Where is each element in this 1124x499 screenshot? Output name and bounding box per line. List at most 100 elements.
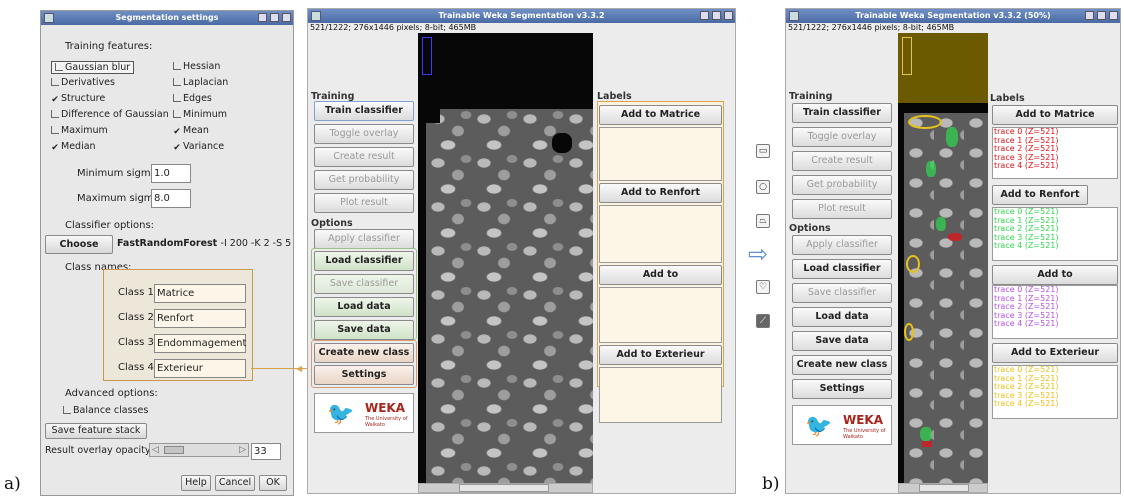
feature-checkbox[interactable]: Minimum [173, 109, 227, 120]
class-name-field[interactable]: Renfort [154, 309, 246, 328]
feature-checkbox[interactable]: Derivatives [51, 77, 115, 88]
minimize-icon[interactable] [1085, 11, 1094, 20]
feature-checkbox[interactable]: Laplacian [173, 77, 228, 88]
save-data-button[interactable]: Save data [792, 331, 892, 351]
image-canvas[interactable] [898, 33, 988, 483]
freehand-tool-icon[interactable]: ♡ [756, 280, 770, 294]
create-new-class-button[interactable]: Create new class [792, 355, 892, 375]
class-name-field[interactable]: Matrice [154, 284, 246, 303]
class-name-field[interactable]: Exterieur [154, 359, 246, 378]
image-scrollbar[interactable] [418, 483, 593, 493]
matrice-trace-list[interactable] [599, 127, 722, 181]
create-result-button[interactable]: Create result [314, 147, 414, 167]
oval-tool-icon[interactable]: ○ [756, 180, 770, 194]
add-to-matrice-button[interactable]: Add to Matrice [992, 105, 1118, 125]
scroll-thumb[interactable] [919, 484, 969, 492]
add-to-exterieur-button[interactable]: Add to Exterieur [992, 343, 1118, 363]
train-classifier-button[interactable]: Train classifier [792, 103, 892, 123]
trace-item[interactable]: trace 4 (Z=521) [993, 242, 1117, 251]
window-menu-icon[interactable] [311, 11, 321, 21]
add-to-renfort-button[interactable]: Add to Renfort [992, 185, 1088, 205]
slider-right-arrow-icon[interactable]: ▷ [239, 445, 246, 455]
save-feature-stack-button[interactable]: Save feature stack [45, 423, 147, 439]
create-new-class-button[interactable]: Create new class [314, 343, 414, 363]
slider-thumb[interactable] [164, 446, 184, 454]
get-probability-button[interactable]: Get probability [314, 170, 414, 190]
navigator-rectangle[interactable] [422, 37, 432, 75]
save-classifier-button[interactable]: Save classifier [792, 283, 892, 303]
close-icon[interactable] [282, 13, 291, 22]
rectangle-tool-icon[interactable]: ▭ [756, 144, 770, 158]
max-sigma-field[interactable]: 8.0 [151, 189, 191, 208]
overlay-opacity-field[interactable]: 33 [251, 443, 281, 460]
renfort-trace-list[interactable]: trace 0 (Z=521) trace 1 (Z=521) trace 2 (Z… [992, 207, 1118, 261]
overlay-opacity-slider[interactable]: ◁ ▷ [149, 443, 249, 457]
maximize-icon[interactable] [1097, 11, 1106, 20]
window-menu-icon[interactable] [44, 13, 54, 23]
add-to-endommagement-button[interactable]: Add to Endommagement [599, 265, 722, 298]
trace-item[interactable]: trace 4 (Z=521) [993, 400, 1117, 409]
load-data-button[interactable]: Load data [792, 307, 892, 327]
balance-classes-checkbox[interactable]: Balance classes [63, 405, 148, 416]
maximize-icon[interactable] [270, 13, 279, 22]
add-to-endommagement-button[interactable]: Add to Endommagement [992, 265, 1118, 298]
feature-checkbox[interactable]: ✔ Variance [173, 141, 224, 153]
feature-checkbox[interactable]: ✔ Mean [173, 125, 209, 137]
load-classifier-button[interactable]: Load classifier [792, 259, 892, 279]
slider-left-arrow-icon[interactable]: ◁ [152, 445, 159, 455]
minimize-icon[interactable] [700, 11, 709, 20]
scroll-thumb[interactable] [459, 484, 549, 492]
help-button[interactable]: Help [181, 475, 211, 491]
ok-button[interactable]: OK [259, 475, 287, 491]
feature-checkbox[interactable]: Difference of Gaussian [51, 109, 169, 120]
train-classifier-button[interactable]: Train classifier [314, 101, 414, 121]
feature-checkbox[interactable]: Hessian [173, 61, 220, 72]
get-probability-button[interactable]: Get probability [792, 175, 892, 195]
polygon-tool-icon[interactable]: ⏢ [756, 214, 770, 228]
image-canvas[interactable] [418, 33, 593, 483]
feature-checkbox[interactable]: ✔ Median [51, 141, 95, 153]
feature-checkbox[interactable]: Maximum [51, 125, 108, 136]
add-to-renfort-button[interactable]: Add to Renfort [599, 183, 722, 203]
close-icon[interactable] [724, 11, 733, 20]
window-menu-icon[interactable] [789, 11, 799, 21]
minimize-icon[interactable] [258, 13, 267, 22]
apply-classifier-button[interactable]: Apply classifier [314, 229, 414, 249]
plot-result-button[interactable]: Plot result [314, 193, 414, 213]
min-sigma-field[interactable]: 1.0 [151, 164, 191, 183]
weka-b-title-bar: Trainable Weka Segmentation v3.3.2 (50%) [786, 9, 1120, 23]
class-name-field[interactable]: Endommagement [154, 334, 246, 353]
cancel-button[interactable]: Cancel [215, 475, 255, 491]
maximize-icon[interactable] [712, 11, 721, 20]
save-classifier-button[interactable]: Save classifier [314, 274, 414, 294]
endommagement-trace-list[interactable]: trace 0 (Z=521) trace 1 (Z=521) trace 2 (Z… [992, 285, 1118, 339]
add-to-exterieur-button[interactable]: Add to Exterieur [599, 345, 722, 365]
plot-result-button[interactable]: Plot result [792, 199, 892, 219]
image-scrollbar[interactable] [898, 483, 988, 493]
add-to-matrice-button[interactable]: Add to Matrice [599, 105, 722, 125]
toggle-overlay-button[interactable]: Toggle overlay [314, 124, 414, 144]
exterieur-trace-list[interactable]: trace 0 (Z=521) trace 1 (Z=521) trace 2 (Z… [992, 365, 1118, 419]
feature-checkbox[interactable]: Edges [173, 93, 212, 104]
renfort-trace-list[interactable] [599, 205, 722, 263]
choose-classifier-button[interactable]: Choose [45, 235, 113, 254]
toggle-overlay-button[interactable]: Toggle overlay [792, 127, 892, 147]
save-data-button[interactable]: Save data [314, 320, 414, 340]
settings-button[interactable]: Settings [314, 365, 414, 385]
trace-item[interactable]: trace 4 (Z=521) [993, 162, 1117, 171]
feature-checkbox[interactable]: Gaussian blur [51, 61, 135, 74]
create-result-button[interactable]: Create result [792, 151, 892, 171]
trace-item[interactable]: trace 4 (Z=521) [993, 320, 1117, 329]
line-tool-icon[interactable]: ⟋ [756, 314, 770, 328]
settings-button[interactable]: Settings [792, 379, 892, 399]
load-classifier-button[interactable]: Load classifier [314, 251, 414, 271]
apply-classifier-button[interactable]: Apply classifier [792, 235, 892, 255]
feature-checkbox[interactable]: ✔ Structure [51, 93, 105, 105]
matrice-trace-mark [922, 441, 932, 447]
endommagement-trace-list[interactable] [599, 287, 722, 343]
navigator-rectangle[interactable] [902, 37, 912, 75]
close-icon[interactable] [1109, 11, 1118, 20]
load-data-button[interactable]: Load data [314, 297, 414, 317]
matrice-trace-list[interactable]: trace 0 (Z=521) trace 1 (Z=521) trace 2 (Z… [992, 127, 1118, 179]
exterieur-trace-list[interactable] [599, 367, 722, 423]
